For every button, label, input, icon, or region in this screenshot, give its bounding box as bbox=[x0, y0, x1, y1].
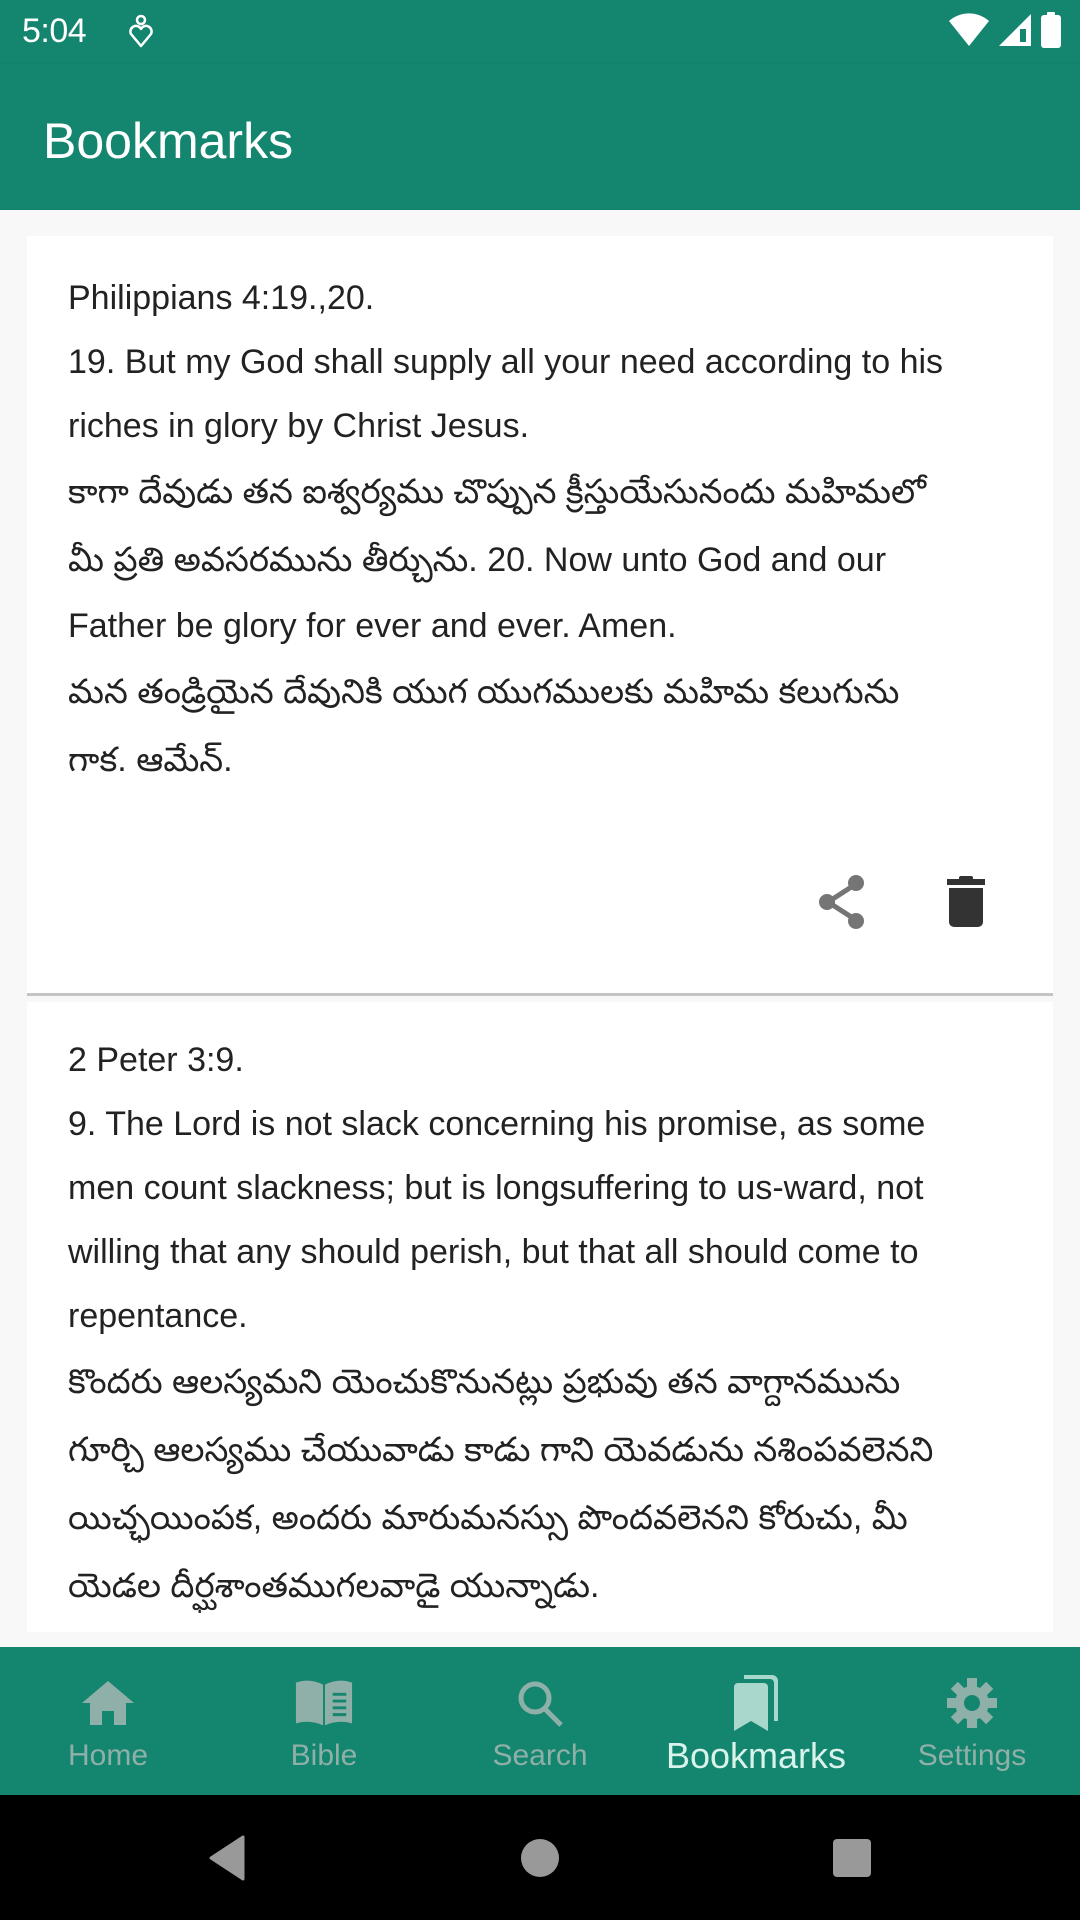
system-recents-button[interactable] bbox=[829, 1835, 875, 1881]
system-home-button[interactable] bbox=[517, 1835, 563, 1881]
status-bar: 5:04 bbox=[0, 0, 1080, 64]
verse-line-telugu: మన తండ్రియైన దేవునికి యుగ యుగములకు మహిమ … bbox=[68, 673, 900, 711]
bottom-navigation: Home Bible Search Bookmarks Settings bbox=[0, 1647, 1080, 1795]
cellular-signal-icon bbox=[998, 13, 1032, 52]
page-title: Bookmarks bbox=[43, 113, 294, 169]
bookmarks-list[interactable]: Philippians 4:19.,20. 19. But my God sha… bbox=[0, 210, 1080, 1647]
verse-line-telugu: గాక. ఆమేన్. bbox=[68, 741, 233, 779]
verse-line: riches in glory by Christ Jesus. bbox=[68, 407, 530, 445]
system-back-button[interactable] bbox=[205, 1835, 251, 1881]
verse-line-telugu: మీ ప్రతి అవసరమును తీర్చును. 20. Now unto… bbox=[68, 541, 887, 579]
bookmark-text: 2 Peter 3:9. 9. The Lord is not slack co… bbox=[68, 1028, 1023, 1620]
share-button[interactable] bbox=[810, 872, 874, 936]
nav-label: Search bbox=[492, 1739, 588, 1772]
bookmark-card[interactable]: Philippians 4:19.,20. 19. But my God sha… bbox=[27, 236, 1053, 996]
verse-line-telugu: కాగా దేవుడు తన ఐశ్వర్యము చొప్పున క్రీస్త… bbox=[68, 473, 926, 511]
delete-button[interactable] bbox=[934, 872, 998, 936]
nav-item-home[interactable]: Home bbox=[0, 1647, 216, 1795]
verse-line: 19. But my God shall supply all your nee… bbox=[68, 343, 944, 381]
bible-icon bbox=[294, 1673, 354, 1733]
nav-item-bookmarks[interactable]: Bookmarks bbox=[648, 1647, 864, 1795]
nav-item-bible[interactable]: Bible bbox=[216, 1647, 432, 1795]
verse-line: willing that any should perish, but that… bbox=[68, 1233, 919, 1271]
app-bar: Bookmarks bbox=[0, 64, 1080, 210]
verse-line: 9. The Lord is not slack concerning his … bbox=[68, 1105, 926, 1143]
bookmark-card[interactable]: 2 Peter 3:9. 9. The Lord is not slack co… bbox=[27, 1002, 1053, 1632]
bookmarks-icon bbox=[726, 1673, 786, 1733]
bookmark-text: Philippians 4:19.,20. 19. But my God sha… bbox=[68, 266, 1023, 794]
verse-line-telugu: గూర్చి ఆలస్యము చేయువాడు కాడు గాని యెవడున… bbox=[68, 1431, 934, 1469]
search-icon bbox=[510, 1673, 570, 1733]
nav-label: Bible bbox=[290, 1739, 358, 1772]
delete-icon bbox=[946, 875, 986, 933]
nav-item-settings[interactable]: Settings bbox=[864, 1647, 1080, 1795]
nav-label: Settings bbox=[917, 1739, 1027, 1772]
notification-heart-icon bbox=[126, 14, 156, 50]
bookmark-reference: Philippians 4:19.,20. bbox=[68, 279, 375, 317]
share-icon bbox=[816, 874, 868, 935]
nav-label: Bookmarks bbox=[665, 1735, 847, 1776]
home-icon bbox=[78, 1673, 138, 1733]
verse-line: repentance. bbox=[68, 1297, 248, 1335]
verse-line-telugu: కొందరు ఆలస్యమని యెంచుకొనునట్లు ప్రభువు త… bbox=[68, 1363, 901, 1401]
bookmark-actions bbox=[810, 872, 998, 936]
nav-label: Home bbox=[67, 1739, 149, 1772]
system-navigation-bar bbox=[0, 1795, 1080, 1920]
status-time: 5:04 bbox=[22, 12, 87, 50]
verse-line-telugu: యిచ్ఛయింపక, అందరు మారుమనస్సు పొందవలెనని … bbox=[68, 1499, 908, 1537]
nav-item-search[interactable]: Search bbox=[432, 1647, 648, 1795]
wifi-icon bbox=[948, 12, 990, 52]
bookmark-reference: 2 Peter 3:9. bbox=[68, 1041, 244, 1079]
verse-line-telugu: యెడల దీర్ఘశాంతముగలవాడై యున్నాడు. bbox=[68, 1567, 600, 1605]
verse-line: Father be glory for ever and ever. Amen. bbox=[68, 607, 677, 645]
battery-icon bbox=[1040, 11, 1062, 53]
verse-line: men count slackness; but is longsufferin… bbox=[68, 1169, 924, 1207]
settings-icon bbox=[942, 1673, 1002, 1733]
